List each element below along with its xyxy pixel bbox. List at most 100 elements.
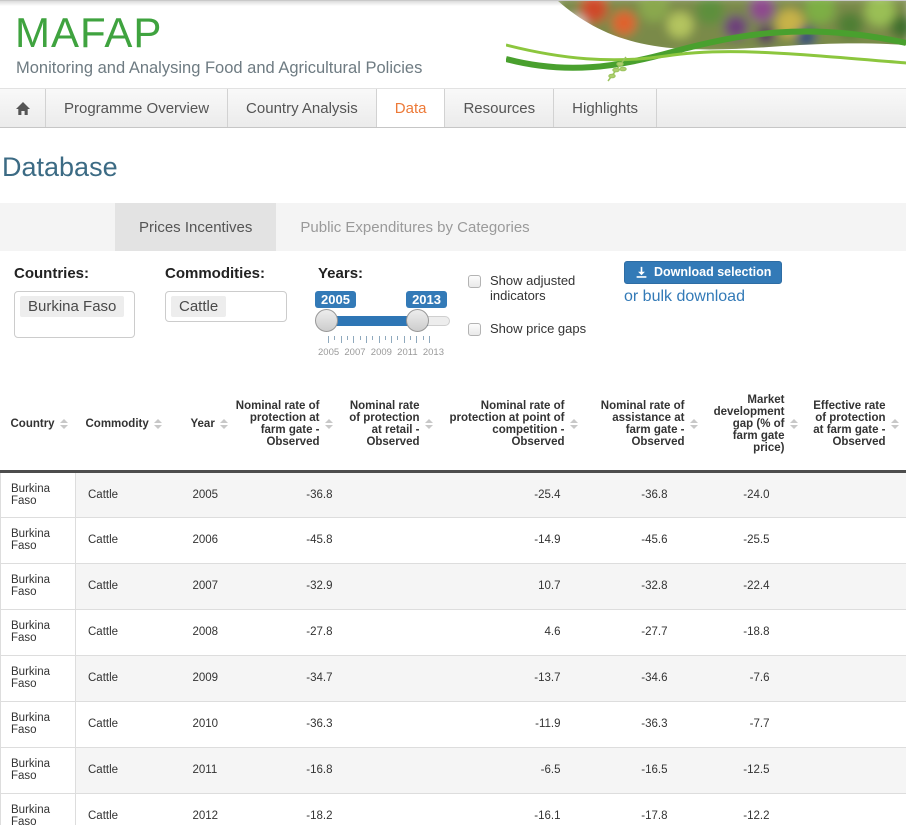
sort-arrows-icon[interactable] (689, 419, 698, 430)
table-cell: -36.3 (585, 700, 706, 747)
table-cell: -25.4 (440, 470, 586, 517)
table-cell (805, 608, 906, 655)
country-selected-option[interactable]: Burkina Faso (20, 296, 125, 317)
column-header-0[interactable]: Country (0, 379, 76, 473)
download-selection-button[interactable]: Download selection (624, 261, 783, 284)
table-cell: -27.7 (585, 608, 706, 655)
table-cell: 2006 (165, 516, 231, 563)
slider-track[interactable] (315, 309, 450, 332)
table-cell: Burkina Faso (0, 792, 76, 825)
year-end-badge: 2013 (406, 291, 447, 308)
table-cell (340, 562, 441, 609)
show-price-gaps-row: Show price gaps (468, 321, 588, 336)
column-header-6[interactable]: Nominal rate of assistance at farm gate … (585, 379, 706, 473)
column-header-4[interactable]: Nominal rate of protection at retail - O… (340, 379, 441, 473)
mafap-logo[interactable]: MAFAP (15, 9, 162, 57)
column-header-7[interactable]: Market development gap (% of farm gate p… (705, 379, 806, 473)
table-cell: Burkina Faso (0, 654, 76, 701)
table-cell (340, 654, 441, 701)
table-cell: -18.8 (705, 608, 806, 655)
download-icon (636, 266, 647, 278)
tab-label: Public Expenditures by Categories (300, 218, 530, 236)
table-cell: 4.6 (440, 608, 586, 655)
sort-arrows-icon[interactable] (890, 419, 899, 430)
tab-strip: Prices Incentives Public Expenditures by… (0, 203, 906, 251)
bulk-download-link[interactable]: or bulk download (624, 288, 782, 306)
slider-tick-labels: 2005 2007 2009 2011 2013 (318, 347, 444, 358)
table-cell: -36.8 (585, 470, 706, 517)
column-header-8[interactable]: Effective rate of protection at farm gat… (805, 379, 906, 473)
table-cell: Cattle (75, 516, 166, 563)
table-header-row: Country Commodity Year Nominal rate of prot… (0, 379, 906, 473)
slider-tick-label: 2009 (370, 347, 392, 358)
table-cell (805, 562, 906, 609)
column-header-2[interactable]: Year (165, 379, 231, 473)
sort-arrows-icon[interactable] (153, 419, 162, 430)
table-row: Burkina Faso Cattle 2011 -16.8 -6.5 -16.5 -12.… (0, 746, 906, 793)
show-adjusted-checkbox[interactable] (468, 275, 481, 288)
sort-arrows-icon[interactable] (424, 419, 433, 430)
column-header-label: Commodity (85, 418, 149, 431)
table-cell (340, 516, 441, 563)
year-start-badge: 2005 (315, 291, 356, 308)
show-adjusted-row: Show adjusted indicators (468, 273, 588, 303)
nav-home[interactable] (0, 89, 46, 127)
table-cell: 2012 (165, 792, 231, 825)
show-adjusted-label: Show adjusted indicators (490, 273, 576, 303)
show-price-gaps-checkbox[interactable] (468, 323, 481, 336)
table-cell: -14.9 (440, 516, 586, 563)
commodities-select[interactable]: Cattle (165, 291, 287, 322)
table-cell: -45.6 (585, 516, 706, 563)
nav-programme-overview[interactable]: Programme Overview (46, 89, 229, 127)
tab-public-expenditures[interactable]: Public Expenditures by Categories (276, 203, 553, 251)
sort-arrows-icon[interactable] (789, 419, 798, 430)
site-header: MAFAP Monitoring and Analysing Food and … (0, 0, 906, 88)
table-cell: -16.5 (585, 746, 706, 793)
table-cell: Burkina Faso (0, 700, 76, 747)
column-header-1[interactable]: Commodity (75, 379, 166, 473)
column-header-label: Nominal rate of protection at point of c… (449, 400, 565, 449)
nav-label: Country Analysis (246, 99, 358, 117)
table-cell: Burkina Faso (0, 562, 76, 609)
table-cell: -16.1 (440, 792, 586, 825)
table-cell: 2010 (165, 700, 231, 747)
table-cell: -24.0 (705, 470, 806, 517)
table-cell: -34.6 (585, 654, 706, 701)
sort-arrows-icon[interactable] (219, 419, 228, 430)
table-cell: Cattle (75, 608, 166, 655)
table-cell: Cattle (75, 700, 166, 747)
sort-arrows-icon[interactable] (569, 419, 578, 430)
slider-handle-max[interactable] (406, 309, 429, 332)
table-cell: Cattle (75, 746, 166, 793)
table-cell: -7.7 (705, 700, 806, 747)
filters-panel: Countries: Burkina Faso Commodities: Cat… (0, 251, 906, 369)
table-cell: -17.8 (585, 792, 706, 825)
table-cell: -32.8 (585, 562, 706, 609)
table-cell (805, 746, 906, 793)
commodity-selected-option[interactable]: Cattle (171, 296, 227, 317)
column-header-5[interactable]: Nominal rate of protection at point of c… (440, 379, 586, 473)
nav-highlights[interactable]: Highlights (554, 89, 658, 127)
tab-prices-incentives[interactable]: Prices Incentives (115, 203, 277, 251)
column-header-label: Market development gap (% of farm gate p… (713, 394, 785, 455)
page-title: Database (2, 152, 118, 182)
sort-arrows-icon[interactable] (324, 419, 333, 430)
sort-arrows-icon[interactable] (59, 419, 68, 430)
table-cell (340, 746, 441, 793)
nav-data[interactable]: Data (376, 89, 446, 127)
table-cell: -12.2 (705, 792, 806, 825)
countries-select[interactable]: Burkina Faso (14, 291, 135, 338)
column-header-label: Nominal rate of protection at farm gate … (235, 400, 320, 449)
tab-label: Prices Incentives (139, 218, 253, 236)
nav-country-analysis[interactable]: Country Analysis (228, 89, 377, 127)
table-cell: -12.5 (705, 746, 806, 793)
table-cell: 2011 (165, 746, 231, 793)
nav-resources[interactable]: Resources (445, 89, 555, 127)
slider-handle-min[interactable] (315, 309, 338, 332)
column-header-3[interactable]: Nominal rate of protection at farm gate … (230, 379, 341, 473)
countries-label: Countries: (14, 265, 89, 282)
table-cell (340, 608, 441, 655)
table-cell: 2009 (165, 654, 231, 701)
home-icon (15, 101, 30, 115)
table-cell: -32.9 (230, 562, 341, 609)
